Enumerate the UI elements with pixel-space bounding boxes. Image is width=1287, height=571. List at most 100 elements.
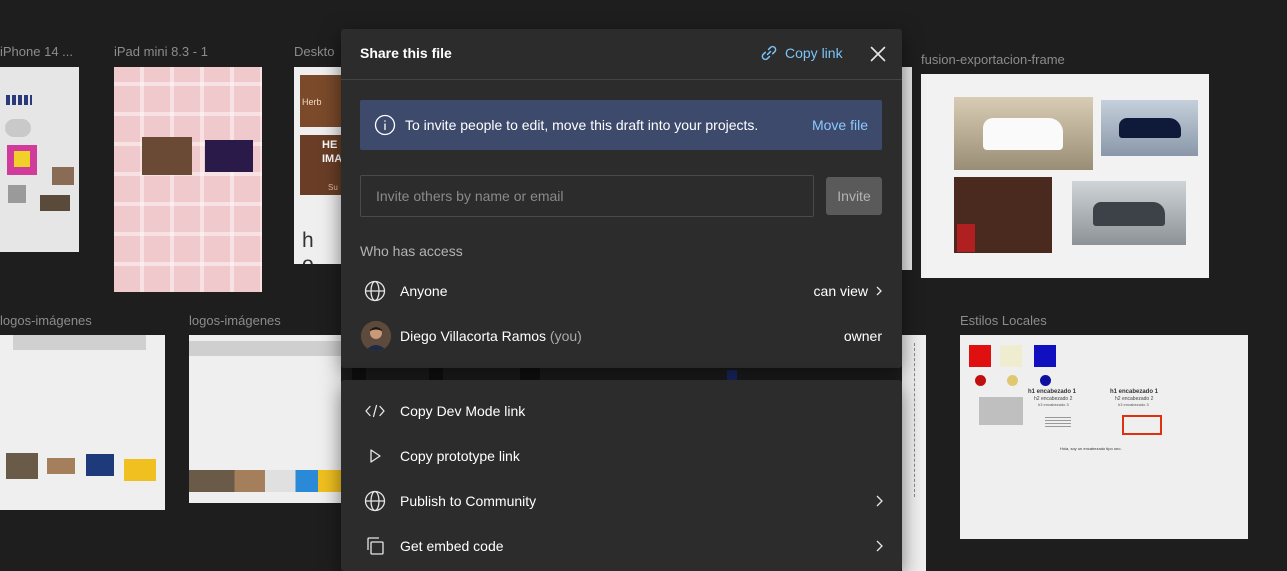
globe-icon <box>364 280 386 302</box>
logos-2-strip <box>189 470 341 492</box>
frame-label-fusion[interactable]: fusion-exportacion-frame <box>921 52 1065 67</box>
logos-1-header <box>13 335 146 350</box>
invite-input[interactable] <box>360 175 814 217</box>
copy-link-label: Copy link <box>785 45 843 61</box>
publish-to-community-item[interactable]: Publish to Community <box>341 481 902 521</box>
frame-fusion[interactable] <box>921 74 1209 278</box>
swatch-cream <box>1000 345 1022 367</box>
strip-mark <box>727 370 737 380</box>
spartan-red <box>957 224 975 252</box>
desktop-heading-1: HE <box>322 139 338 151</box>
desktop-sub: Su <box>328 183 338 192</box>
frame-iphone[interactable] <box>0 67 79 252</box>
estilos-h1-right: h1 encabezado 1 <box>1110 389 1159 395</box>
frame-label-estilos[interactable]: Estilos Locales <box>960 313 1047 328</box>
chevron-right-icon <box>876 540 883 552</box>
info-icon <box>374 114 396 136</box>
thumb-banner <box>205 140 253 172</box>
move-file-banner: To invite people to edit, move this draf… <box>360 100 882 150</box>
access-name-owner: Diego Villacorta Ramos (you) <box>400 328 582 344</box>
avatar-image <box>361 321 391 351</box>
access-name-anyone: Anyone <box>400 283 448 299</box>
menu-label-prototype: Copy prototype link <box>400 448 520 464</box>
owner-permission-label: owner <box>843 328 882 344</box>
frame-logos-1[interactable] <box>0 335 165 510</box>
code-icon <box>365 404 385 418</box>
desktop-hero-text: Herb <box>302 97 322 107</box>
desktop-heading-2: IMA <box>322 153 341 165</box>
thumb-spartan <box>142 137 192 175</box>
thumb-photo <box>52 167 74 185</box>
frame-desktop[interactable]: Herb HE IMA Su h o <box>294 67 341 264</box>
frame-logos-2[interactable] <box>189 335 341 503</box>
swatch-blue <box>1034 345 1056 367</box>
close-icon[interactable] <box>868 44 888 64</box>
frame-label-logos-2[interactable]: logos-imágenes <box>189 313 281 328</box>
strip-block-2 <box>429 366 443 380</box>
estilos-h3-right: h3 encabezado 3 <box>1118 402 1149 407</box>
estilos-text-block <box>1045 417 1071 427</box>
thumb-bars <box>6 95 32 105</box>
logos-2-header <box>189 341 341 356</box>
access-row-owner: Diego Villacorta Ramos (you) owner <box>341 316 902 356</box>
frame-ipad[interactable] <box>114 67 262 292</box>
menu-label-embed: Get embed code <box>400 538 504 554</box>
car-blue-body <box>1119 118 1181 138</box>
copy-prototype-link-item[interactable]: Copy prototype link <box>341 436 902 476</box>
invite-button[interactable]: Invite <box>826 177 882 215</box>
share-options-menu: Copy Dev Mode link Copy prototype link P… <box>341 380 902 571</box>
menu-label-dev-mode: Copy Dev Mode link <box>400 403 526 419</box>
thumb-photo-2 <box>40 195 70 211</box>
play-icon <box>370 449 381 463</box>
anyone-permission-label: can view <box>813 283 868 299</box>
avatar <box>361 321 391 351</box>
share-dialog-header: Share this file Copy link <box>341 29 902 80</box>
get-embed-code-item[interactable]: Get embed code <box>341 526 902 566</box>
link-icon <box>761 45 777 61</box>
thumb-grey <box>8 185 26 203</box>
access-row-anyone[interactable]: Anyone can view <box>341 271 902 311</box>
estilos-car <box>979 397 1023 425</box>
dot-blue <box>1040 375 1051 386</box>
share-dialog: Share this file Copy link To invite peop… <box>341 29 902 368</box>
canvas-strip <box>341 366 902 380</box>
copy-dev-mode-link-item[interactable]: Copy Dev Mode link <box>341 391 902 431</box>
copy-icon <box>367 537 384 555</box>
frame-label-desktop[interactable]: Deskto <box>294 44 334 59</box>
banner-text: To invite people to edit, move this draf… <box>405 117 759 133</box>
logos-1-thumb-2 <box>47 458 75 474</box>
dashed-guide <box>902 343 915 497</box>
estilos-button-sample <box>1122 415 1162 435</box>
frame-label-logos-1[interactable]: logos-imágenes <box>0 313 92 328</box>
ipad-grid <box>114 67 262 292</box>
dialog-title: Share this file <box>360 45 452 61</box>
owner-you-tag: (you) <box>549 328 582 344</box>
owner-name: Diego Villacorta Ramos <box>400 328 547 344</box>
estilos-h3-left: h3 encabezado 3 <box>1038 402 1069 407</box>
logos-1-thumb-4 <box>124 459 156 481</box>
chevron-right-icon <box>876 286 882 296</box>
frame-estilos[interactable]: h1 encabezado 1 h2 encabezado 2 h3 encab… <box>960 335 1248 539</box>
menu-label-publish: Publish to Community <box>400 493 537 509</box>
anyone-permission-dropdown[interactable]: can view <box>814 283 882 299</box>
move-file-button[interactable]: Move file <box>812 117 868 133</box>
logos-1-thumb-3 <box>86 454 114 476</box>
estilos-h1-left: h1 encabezado 1 <box>1028 389 1077 395</box>
car-grey-body <box>1093 202 1165 226</box>
frame-label-ipad[interactable]: iPad mini 8.3 - 1 <box>114 44 208 59</box>
strip-block-1 <box>352 366 366 380</box>
dot-red <box>975 375 986 386</box>
frame-hidden-2[interactable] <box>902 335 926 571</box>
estilos-body-text: Hola, soy un encabezado tipo uno. <box>1060 446 1122 451</box>
thumb-yellow <box>14 151 30 167</box>
frame-label-iphone[interactable]: iPhone 14 ... <box>0 44 73 59</box>
logos-1-thumb-1 <box>6 453 38 479</box>
strip-block-3 <box>520 366 540 380</box>
chevron-right-icon <box>876 495 883 507</box>
globe-icon <box>364 490 386 512</box>
copy-link-button[interactable]: Copy link <box>759 43 843 63</box>
desktop-logo-text: h o <box>302 229 320 264</box>
thumb-pill <box>5 119 31 137</box>
dot-cream <box>1007 375 1018 386</box>
swatch-red <box>969 345 991 367</box>
